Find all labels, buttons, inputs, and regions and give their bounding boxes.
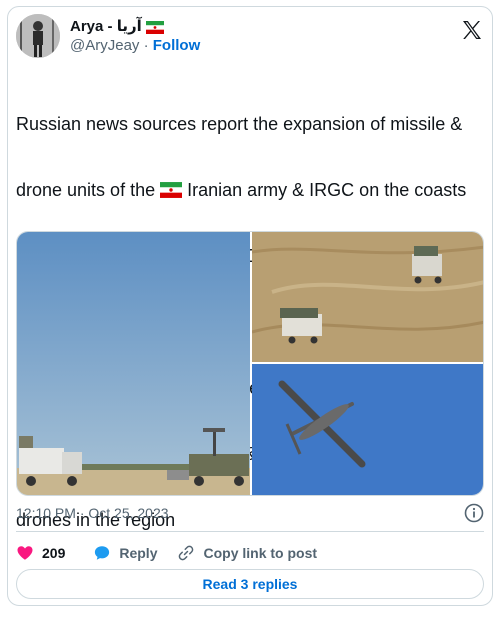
info-icon[interactable] [464,503,484,523]
divider [16,531,484,532]
copy-link-label: Copy link to post [203,545,318,561]
heart-icon [17,546,33,560]
media-photo-launcher-trucks[interactable] [17,232,250,495]
author-display-name[interactable]: Arya - آریا [70,18,200,36]
follow-button[interactable]: Follow [153,37,201,54]
author-names: Arya - آریا @AryJeay · Follow [70,18,200,56]
reply-label: Reply [119,545,158,561]
tweet-line-2: drone units of the Iranian army & IRGC o… [16,179,484,201]
tweet-line-1: Russian news sources report the expansio… [16,114,463,134]
like-count: 209 [42,545,66,561]
tweet-line-2-end: Iranian army & IRGC on the coasts [187,180,467,200]
reply-bubble-icon [95,546,110,560]
tweet-header: Arya - آریا @AryJeay · Follow [16,14,484,62]
author-handle[interactable]: @AryJeay [70,37,139,54]
separator-dot: · [143,37,149,54]
iran-flag-icon [160,182,183,198]
handle-row: @AryJeay · Follow [70,36,200,56]
tweet-line-2-start: drone units of the [16,180,156,200]
tweet-card: Arya - آریا @AryJeay · Follow Russian ne… [7,6,493,606]
avatar[interactable] [16,14,60,58]
x-logo-icon[interactable] [460,18,484,42]
copy-link-button[interactable]: Copy link to post [177,544,317,562]
media-photo-desert-trucks[interactable] [252,232,484,362]
media-grid [16,231,484,496]
media-photo-drone[interactable] [252,364,484,495]
read-replies-button[interactable]: Read 3 replies [16,569,484,599]
action-bar: 209 Reply Copy link to post [16,540,337,566]
tweet-timestamp[interactable]: 12:10 PM · Oct 25, 2023 [16,504,169,522]
iran-flag-icon [145,20,164,34]
display-name-text: Arya - آریا [70,18,142,35]
reply-button[interactable]: Reply [93,544,157,562]
like-button[interactable]: 209 [16,544,65,562]
link-icon [179,545,194,561]
